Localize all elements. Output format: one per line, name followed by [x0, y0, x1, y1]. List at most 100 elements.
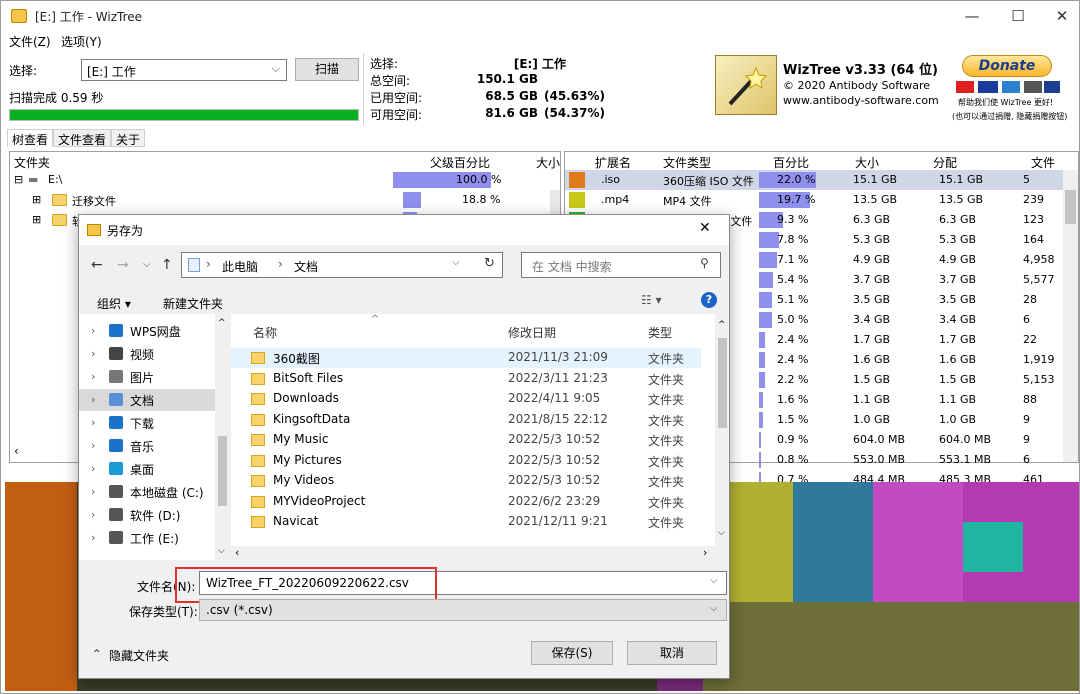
tab-file-view[interactable]: 文件查看 [53, 129, 112, 147]
scan-button[interactable]: 扫描 [295, 58, 359, 81]
nav-item[interactable]: › 文档 [79, 389, 215, 411]
nav-item[interactable]: › 本地磁盘 (C:) [79, 481, 215, 503]
col-size[interactable]: 大小 [536, 154, 560, 171]
nav-item[interactable]: › 桌面 [79, 458, 215, 480]
nav-expand-icon[interactable]: › [91, 393, 95, 406]
forward-arrow-icon[interactable]: → [117, 257, 129, 273]
list-scrollbar[interactable] [1063, 170, 1078, 462]
treemap-block[interactable] [793, 482, 873, 602]
navigation-pane[interactable]: › WPS网盘 › 视频 › 图片 › 文档 › 下载 › 音乐 › 桌面 › 本地磁盘 (C:) › 软件 (D… [79, 314, 229, 560]
file-row[interactable]: Navicat 2021/12/11 9:21 文件夹 [231, 512, 701, 532]
maximize-button[interactable]: ☐ [995, 1, 1041, 31]
file-hscrollbar[interactable]: ‹ › [231, 546, 715, 560]
file-row[interactable]: BitSoft Files 2022/3/11 21:23 文件夹 [231, 369, 701, 389]
new-folder-button[interactable]: 新建文件夹 [163, 295, 223, 312]
nav-scrollbar[interactable]: ^ ⌵ [215, 314, 229, 560]
tree-root-row[interactable]: ⊟ ▬ E:\ 100.0 % [10, 170, 560, 190]
back-arrow-icon[interactable]: ← [91, 257, 103, 273]
help-icon[interactable]: ? [701, 292, 717, 308]
search-icon[interactable]: ⚲ [700, 256, 709, 270]
save-button[interactable]: 保存(S) [531, 641, 613, 665]
nav-expand-icon[interactable]: › [91, 370, 95, 383]
minimize-button[interactable]: — [949, 1, 995, 31]
file-list-pane[interactable]: 名称 ^ 修改日期 类型 360截图 2021/11/3 21:09 文件夹 BitS… [231, 314, 729, 560]
tree-row[interactable]: ⊞ 迁移文件 18.8 % [10, 190, 550, 210]
list-row[interactable]: .mp4 MP4 文件 19.7 % 13.5 GB 13.5 GB 239 [565, 190, 1063, 210]
col-type[interactable]: 文件类型 [663, 154, 711, 171]
treemap-block[interactable] [5, 482, 77, 691]
drive-select[interactable]: [E:] 工作 ⌵ [81, 59, 287, 81]
tab-tree-view[interactable]: 树查看 [7, 129, 54, 147]
nav-item[interactable]: › WPS网盘 [79, 320, 215, 342]
filename-chevron-icon[interactable]: ⌵ [710, 575, 718, 586]
collapse-icon[interactable]: ⊟ [14, 173, 23, 186]
nav-expand-icon[interactable]: › [91, 508, 95, 521]
about-url[interactable]: www.antibody-software.com [783, 94, 939, 107]
nav-item[interactable]: › 工作 (E:) [79, 527, 215, 549]
col-modified[interactable]: 修改日期 [508, 324, 556, 341]
tab-about[interactable]: 关于 [111, 129, 146, 147]
col-ext[interactable]: 扩展名 [595, 154, 631, 171]
filetype-select[interactable]: .csv (*.csv) ⌵ [199, 599, 727, 621]
treemap-block[interactable] [703, 602, 1079, 691]
chevron-up-icon[interactable]: ^ [93, 649, 101, 659]
file-scroll-down-icon[interactable]: ⌵ [718, 528, 725, 538]
col-parent-pct[interactable]: 父级百分比 [430, 154, 490, 171]
col-name[interactable]: 名称 [253, 324, 277, 341]
file-row[interactable]: My Music 2022/5/3 10:52 文件夹 [231, 430, 701, 450]
list-scroll-thumb[interactable] [1065, 190, 1076, 224]
menu-options[interactable]: 选项(Y) [61, 33, 102, 50]
donate-button[interactable]: Donate [962, 55, 1052, 77]
nav-expand-icon[interactable]: › [91, 347, 95, 360]
col-pct[interactable]: 百分比 [773, 154, 809, 171]
nav-expand-icon[interactable]: › [91, 439, 95, 452]
file-row[interactable]: Downloads 2022/4/11 9:05 文件夹 [231, 389, 701, 409]
col-alloc[interactable]: 分配 [933, 154, 957, 171]
organize-button[interactable]: 组织 ▾ [97, 295, 131, 312]
filetype-chevron-icon[interactable]: ⌵ [710, 603, 718, 614]
file-row[interactable]: MYVideoProject 2022/6/2 23:29 文件夹 [231, 492, 701, 512]
file-vscrollbar[interactable]: ^ ⌵ [715, 314, 729, 560]
up-arrow-icon[interactable]: ↑ [161, 257, 173, 273]
file-scroll-thumb[interactable] [718, 338, 727, 428]
nav-expand-icon[interactable]: › [91, 462, 95, 475]
dialog-close-button[interactable]: ✕ [699, 220, 711, 236]
nav-item[interactable]: › 软件 (D:) [79, 504, 215, 526]
save-as-dialog[interactable]: 另存为 ✕ ← → ⌵ ↑ › 此电脑 › 文档 ⌵ ↻ 在 文档 中搜索 ⚲ … [78, 214, 730, 679]
recent-chevron-icon[interactable]: ⌵ [143, 259, 151, 270]
address-chevron-icon[interactable]: ⌵ [452, 257, 460, 268]
col-folder[interactable]: 文件夹 [14, 154, 50, 171]
col-files[interactable]: 文件 [1031, 154, 1055, 171]
cancel-button[interactable]: 取消 [627, 641, 717, 665]
file-scroll-up-icon[interactable]: ^ [718, 320, 726, 330]
file-row[interactable]: My Pictures 2022/5/3 10:52 文件夹 [231, 451, 701, 471]
file-row[interactable]: KingsoftData 2021/8/15 22:12 文件夹 [231, 410, 701, 430]
search-box[interactable]: 在 文档 中搜索 ⚲ [521, 252, 721, 278]
expand-icon[interactable]: ⊞ [32, 193, 41, 206]
view-options-icon[interactable]: ☷ ▾ [641, 293, 662, 307]
file-row[interactable]: 360截图 2021/11/3 21:09 文件夹 [231, 348, 701, 368]
breadcrumb-this-pc[interactable]: 此电脑 [222, 258, 258, 275]
address-bar[interactable]: › 此电脑 › 文档 ⌵ ↻ [181, 252, 503, 278]
nav-item[interactable]: › 视频 [79, 343, 215, 365]
hide-folders-toggle[interactable]: 隐藏文件夹 [109, 647, 169, 664]
nav-scroll-down-icon[interactable]: ⌵ [218, 546, 225, 556]
col-size-list[interactable]: 大小 [855, 154, 879, 171]
nav-expand-icon[interactable]: › [91, 485, 95, 498]
breadcrumb-documents[interactable]: 文档 [294, 258, 318, 275]
menu-file[interactable]: 文件(Z) [9, 33, 51, 50]
nav-item[interactable]: › 音乐 [79, 435, 215, 457]
list-row[interactable]: .iso 360压缩 ISO 文件 22.0 % 15.1 GB 15.1 GB 5 [565, 170, 1063, 190]
close-button[interactable]: ✕ [1039, 1, 1079, 31]
expand-icon[interactable]: ⊞ [32, 213, 41, 226]
hscroll-right-icon[interactable]: › [703, 546, 707, 559]
treemap-block[interactable] [963, 522, 1023, 572]
file-row[interactable]: My Videos 2022/5/3 10:52 文件夹 [231, 471, 701, 491]
refresh-icon[interactable]: ↻ [484, 256, 495, 271]
treemap-block[interactable] [873, 482, 963, 602]
nav-expand-icon[interactable]: › [91, 531, 95, 544]
nav-expand-icon[interactable]: › [91, 416, 95, 429]
nav-expand-icon[interactable]: › [91, 324, 95, 337]
nav-item[interactable]: › 图片 [79, 366, 215, 388]
tree-scroll-left-icon[interactable]: ‹ [14, 444, 19, 458]
